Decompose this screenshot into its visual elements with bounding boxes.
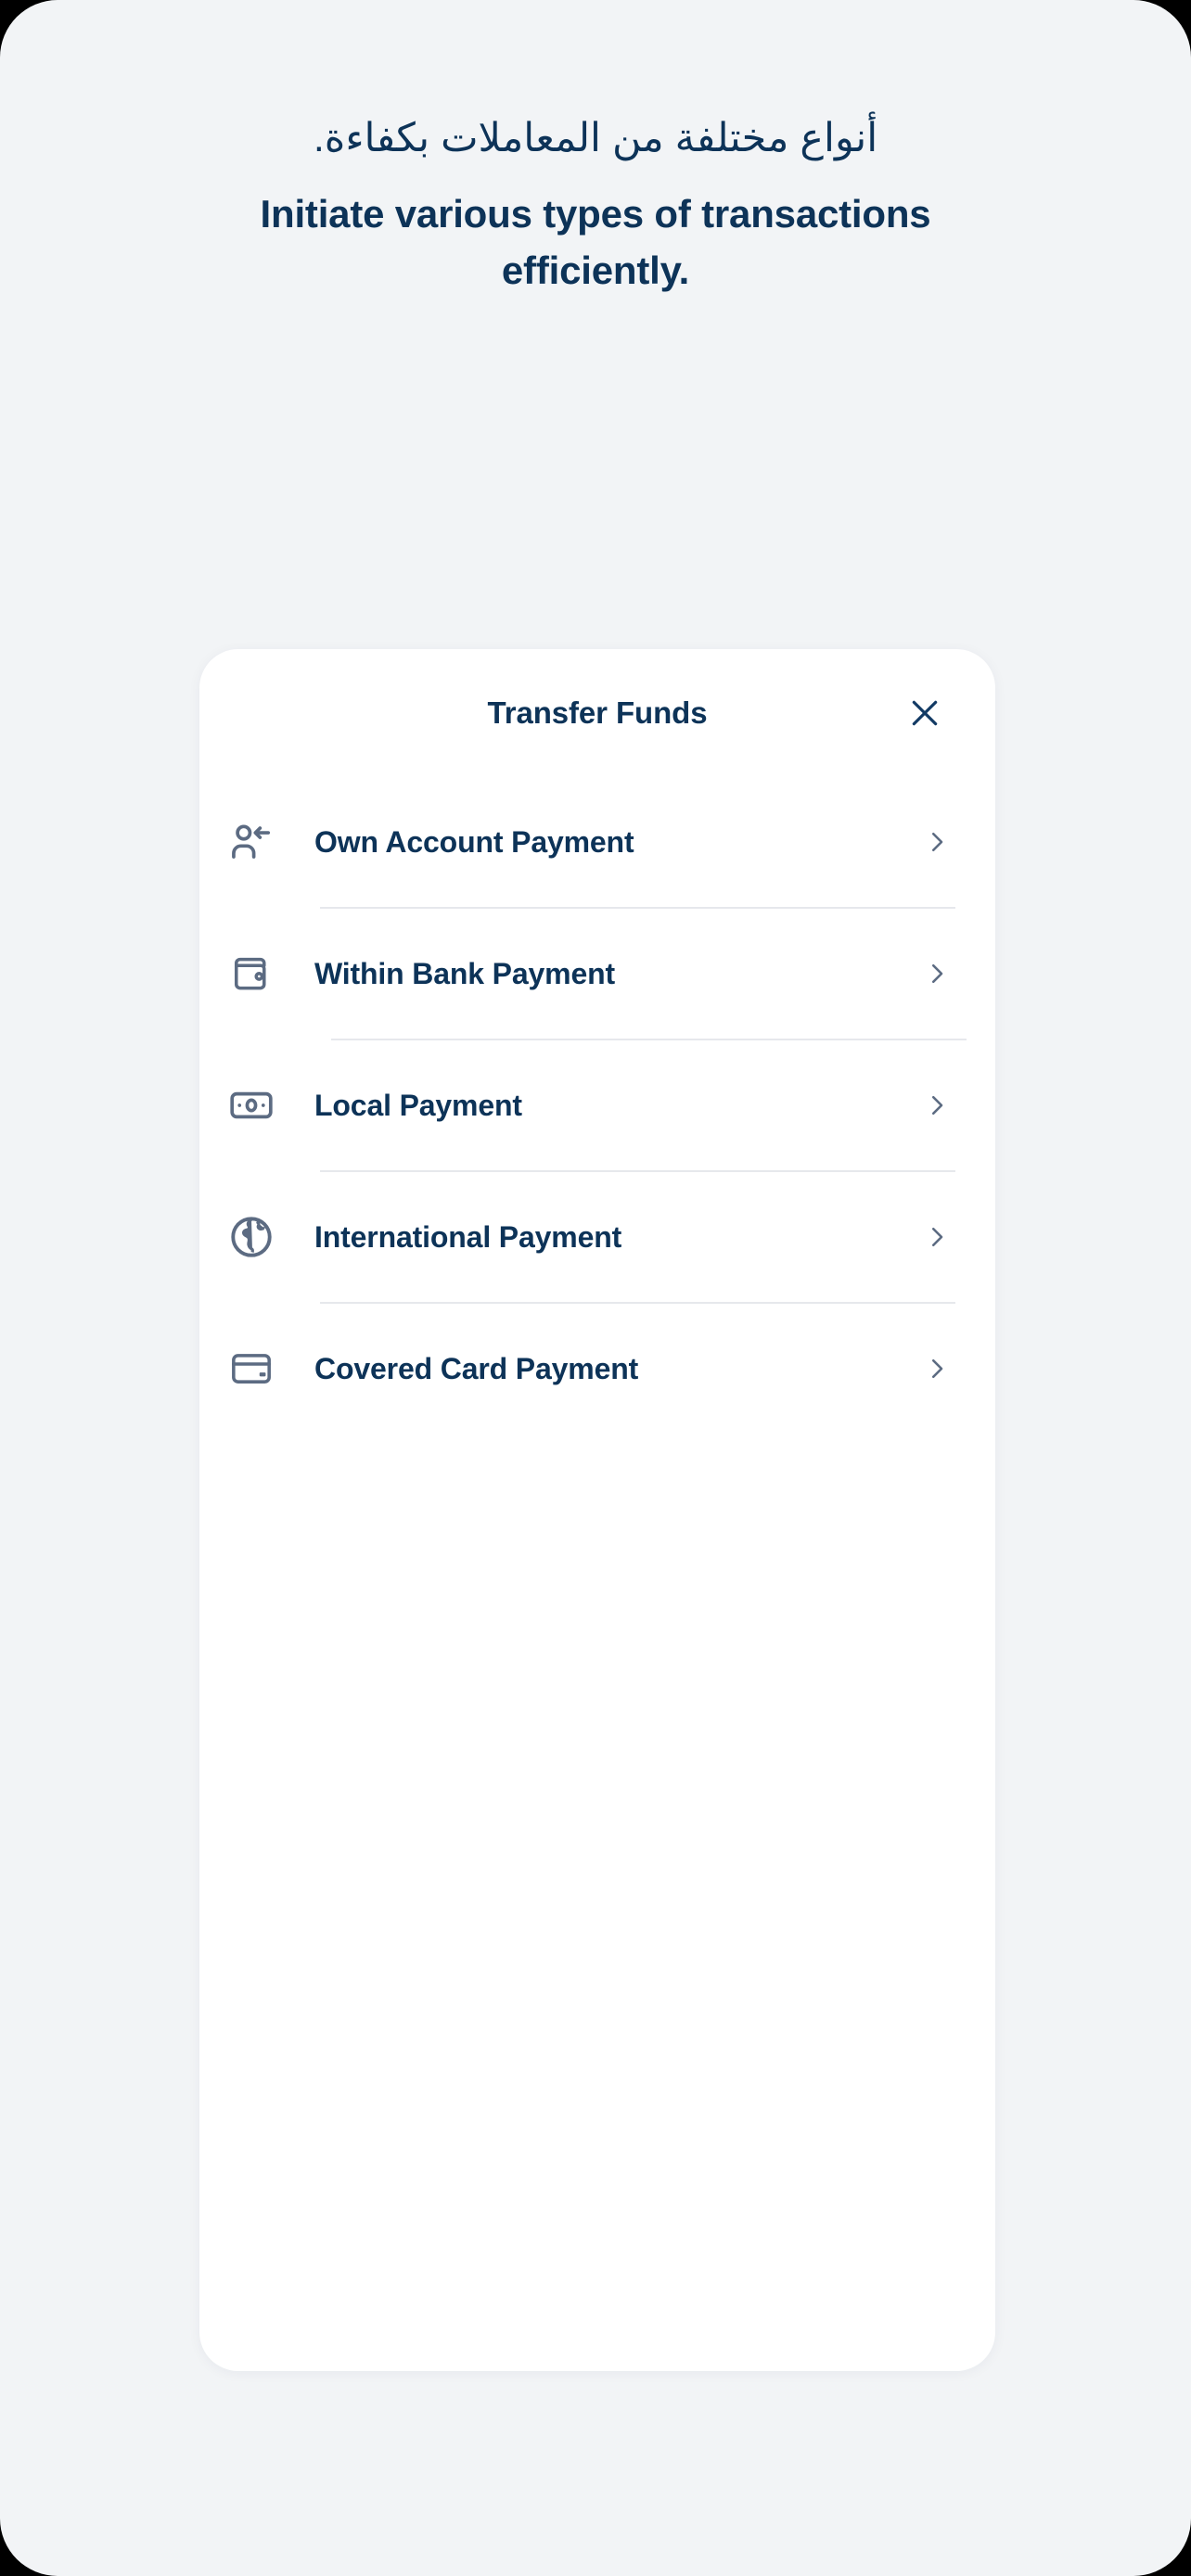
chevron-right-icon	[921, 826, 953, 858]
sheet-header: Transfer Funds	[199, 649, 995, 777]
headline-block: أنواع مختلفة من المعاملات بكفاءة. Initia…	[0, 111, 1191, 300]
chevron-right-icon	[921, 1353, 953, 1384]
person-arrow-left-icon	[225, 816, 277, 868]
chevron-right-icon	[921, 1221, 953, 1253]
headline-arabic: أنواع مختلفة من المعاملات بكفاءة.	[313, 116, 878, 160]
wallet-icon	[225, 948, 277, 1000]
list-item-international-payment[interactable]: International Payment	[199, 1172, 995, 1302]
list-item-covered-card-payment[interactable]: Covered Card Payment	[199, 1304, 995, 1434]
chevron-right-icon	[921, 1090, 953, 1121]
list-item-label: Covered Card Payment	[314, 1351, 639, 1385]
transfer-funds-sheet: Transfer Funds Own Account Payment Withi…	[199, 649, 995, 2371]
list-item-local-payment[interactable]: Local Payment	[199, 1040, 995, 1170]
headline-english: Initiate various types of transactions e…	[260, 192, 931, 293]
transfer-options-list: Own Account Payment Within Bank Payment …	[199, 777, 995, 1434]
list-item-label: Local Payment	[314, 1088, 522, 1122]
list-item-label: International Payment	[314, 1219, 622, 1254]
credit-card-icon	[225, 1343, 277, 1395]
list-item-within-bank-payment[interactable]: Within Bank Payment	[199, 909, 995, 1039]
list-item-label: Within Bank Payment	[314, 956, 616, 990]
phone-screen: أنواع مختلفة من المعاملات بكفاءة. Initia…	[0, 0, 1191, 2576]
list-item-own-account-payment[interactable]: Own Account Payment	[199, 777, 995, 907]
list-item-label: Own Account Payment	[314, 824, 634, 859]
sheet-title: Transfer Funds	[487, 695, 708, 730]
globe-icon	[225, 1211, 277, 1263]
banknote-icon	[225, 1079, 277, 1131]
chevron-right-icon	[921, 958, 953, 989]
close-icon	[912, 700, 938, 726]
close-button[interactable]	[901, 689, 949, 737]
